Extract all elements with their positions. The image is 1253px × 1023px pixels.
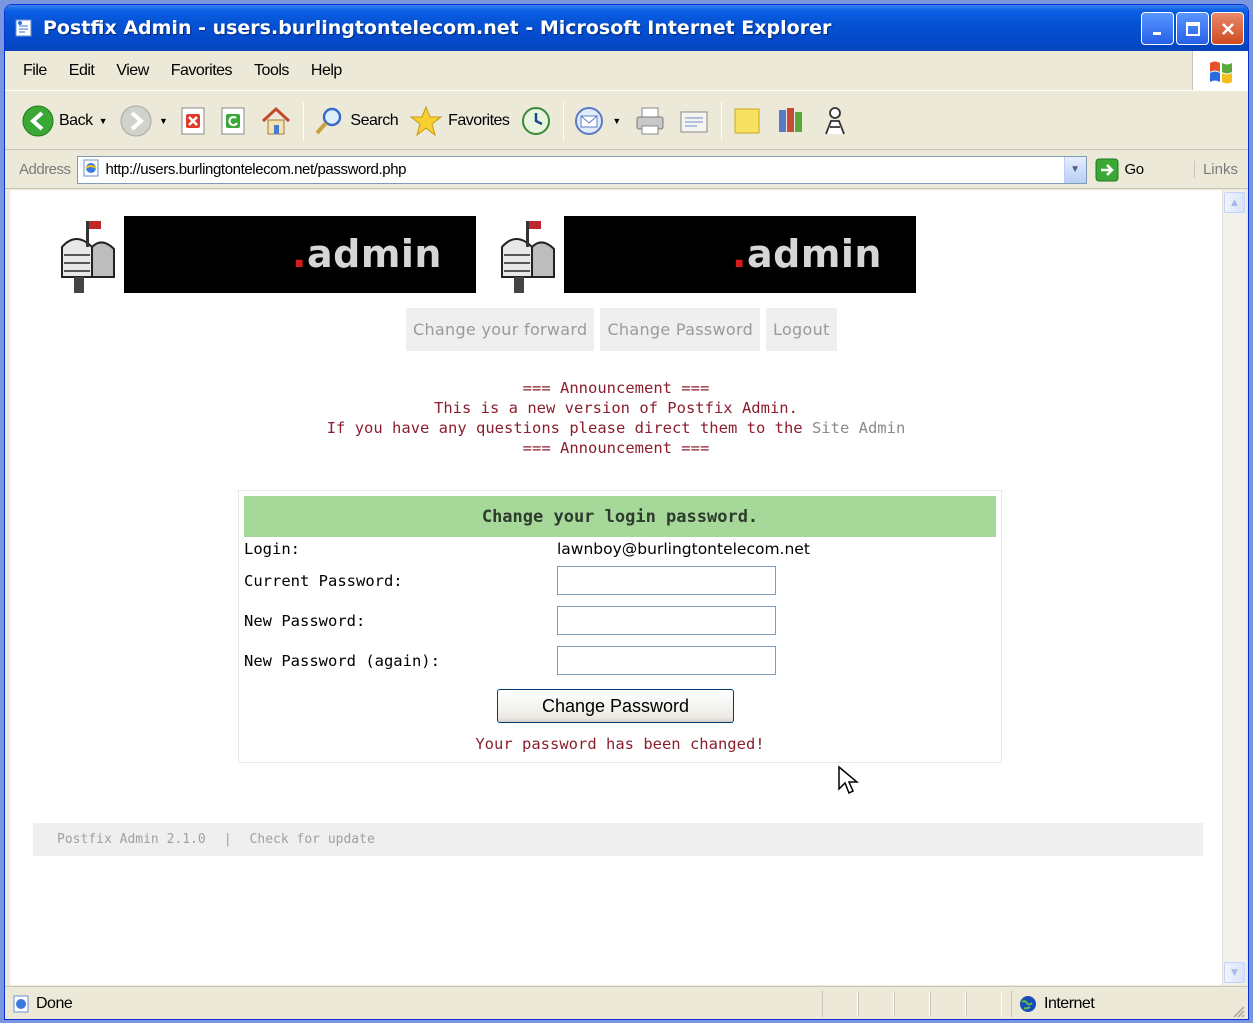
go-button[interactable]: Go: [1095, 158, 1144, 182]
menu-view[interactable]: View: [105, 62, 159, 80]
change-password-button[interactable]: Change Password: [497, 689, 734, 723]
logo-banner: .admin: [564, 215, 916, 293]
search-icon: [315, 107, 342, 134]
back-arrow-icon: [22, 105, 54, 136]
windows-flag-icon: [1192, 51, 1248, 90]
go-arrow-icon: [1095, 158, 1119, 181]
address-bar: Address http://users.burlingtontelecom.n…: [5, 151, 1248, 189]
nav-change-forward[interactable]: Change your forward: [406, 308, 595, 351]
nav-change-password[interactable]: Change Password: [600, 308, 761, 351]
forward-arrow-icon: [120, 105, 152, 136]
page-content: .admin .admin Change your forward Change…: [10, 190, 1222, 985]
notes-button[interactable]: [730, 104, 764, 138]
site-admin-link[interactable]: Site Admin: [812, 419, 905, 437]
status-done: Done: [11, 994, 73, 1014]
forward-dropdown-icon[interactable]: ▼: [159, 116, 168, 126]
address-label: Address: [19, 161, 71, 178]
scroll-up-icon[interactable]: ▲: [1224, 192, 1245, 213]
nav-logout[interactable]: Logout: [766, 308, 837, 351]
version-text: Postfix Admin 2.1.0: [57, 832, 206, 847]
edit-button[interactable]: [677, 104, 711, 138]
check-update-link[interactable]: Check for update: [250, 832, 375, 847]
menu-file[interactable]: File: [5, 62, 58, 80]
maximize-button[interactable]: [1176, 12, 1209, 45]
close-button[interactable]: [1211, 12, 1244, 45]
login-value: lawnboy@burlingtontelecom.net: [557, 540, 810, 558]
toolbar: Back ▼ ▼ Search Favorites ▼: [5, 92, 1248, 150]
page-done-icon: [13, 995, 29, 1013]
sticky-note-icon: [734, 108, 760, 133]
vertical-scrollbar[interactable]: ▲ ▼: [1222, 190, 1246, 985]
home-icon: [262, 106, 291, 134]
mail-dropdown-icon[interactable]: ▼: [612, 116, 621, 126]
print-button[interactable]: [633, 104, 667, 138]
menu-bar: File Edit View Favorites Tools Help: [5, 51, 1248, 91]
mailbox-icon: [61, 221, 115, 293]
new-password-again-input[interactable]: [557, 646, 776, 675]
history-button[interactable]: [519, 104, 553, 138]
back-dropdown-icon[interactable]: ▼: [99, 116, 108, 126]
postfix-admin-logo-2[interactable]: .admin: [482, 213, 916, 295]
minimize-button[interactable]: [1141, 12, 1174, 45]
edit-page-icon: [680, 111, 708, 132]
security-zone[interactable]: Internet: [1011, 991, 1211, 1017]
menu-help[interactable]: Help: [300, 62, 353, 80]
address-dropdown-icon[interactable]: ▼: [1063, 156, 1086, 183]
window-title: Postfix Admin - users.burlingtontelecom.…: [43, 17, 832, 39]
form-title: Change your login password.: [244, 496, 996, 537]
minimize-icon: [1152, 31, 1161, 35]
messenger-person-icon: [825, 106, 845, 134]
mouse-cursor-icon: [838, 765, 859, 795]
login-label: Login:: [244, 540, 300, 558]
mail-icon: [575, 106, 604, 135]
forward-button[interactable]: ▼: [119, 104, 169, 138]
logo-banner: .admin: [124, 215, 476, 293]
mailbox-icon: [501, 221, 555, 293]
logo-row: .admin .admin: [42, 213, 922, 295]
postfix-admin-logo[interactable]: .admin: [42, 213, 476, 295]
favorites-star-icon: [409, 105, 443, 136]
menu-tools[interactable]: Tools: [243, 62, 300, 80]
stop-button[interactable]: [179, 105, 209, 137]
messenger-button[interactable]: [818, 104, 852, 138]
current-password-input[interactable]: [557, 566, 776, 595]
status-bar: Done Internet: [5, 986, 1248, 1019]
announcement: === Announcement === This is a new versi…: [326, 379, 906, 457]
print-icon: [636, 107, 664, 134]
stop-icon: [181, 107, 205, 134]
back-button[interactable]: Back ▼: [21, 104, 109, 138]
home-button[interactable]: [259, 104, 293, 138]
new-password-label: New Password:: [244, 612, 366, 630]
search-button[interactable]: Search: [312, 104, 399, 138]
research-button[interactable]: [774, 104, 808, 138]
new-password-input[interactable]: [557, 606, 776, 635]
page-icon: [81, 158, 101, 182]
address-url: http://users.burlingtontelecom.net/passw…: [105, 161, 407, 178]
status-message: Your password has been changed!: [475, 735, 765, 753]
nav-menu: Change your forward Change Password Logo…: [406, 308, 837, 351]
research-books-icon: [778, 107, 802, 132]
address-input[interactable]: http://users.burlingtontelecom.net/passw…: [76, 155, 1087, 184]
menu-edit[interactable]: Edit: [58, 62, 106, 80]
title-bar[interactable]: Postfix Admin - users.burlingtontelecom.…: [5, 5, 1248, 51]
new-password-again-label: New Password (again):: [244, 652, 440, 670]
ie-page-icon: [13, 17, 35, 39]
maximize-icon: [1185, 21, 1200, 36]
scroll-down-icon[interactable]: ▼: [1224, 962, 1245, 983]
refresh-button[interactable]: [219, 105, 249, 137]
favorites-button[interactable]: Favorites: [408, 104, 510, 138]
close-icon: [1221, 22, 1234, 35]
internet-globe-icon: [1020, 996, 1036, 1012]
mail-button[interactable]: ▼: [572, 104, 622, 138]
refresh-icon: [221, 107, 245, 134]
menu-favorites[interactable]: Favorites: [160, 62, 243, 80]
browser-window: Postfix Admin - users.burlingtontelecom.…: [4, 4, 1249, 1020]
resize-grip-icon[interactable]: [1231, 1004, 1245, 1018]
change-password-form: Change your login password. Login: lawnb…: [238, 490, 1002, 763]
history-icon: [522, 106, 551, 135]
footer: Postfix Admin 2.1.0 | Check for update: [33, 823, 1203, 856]
links-button[interactable]: Links: [1193, 161, 1238, 178]
current-password-label: Current Password:: [244, 572, 403, 590]
